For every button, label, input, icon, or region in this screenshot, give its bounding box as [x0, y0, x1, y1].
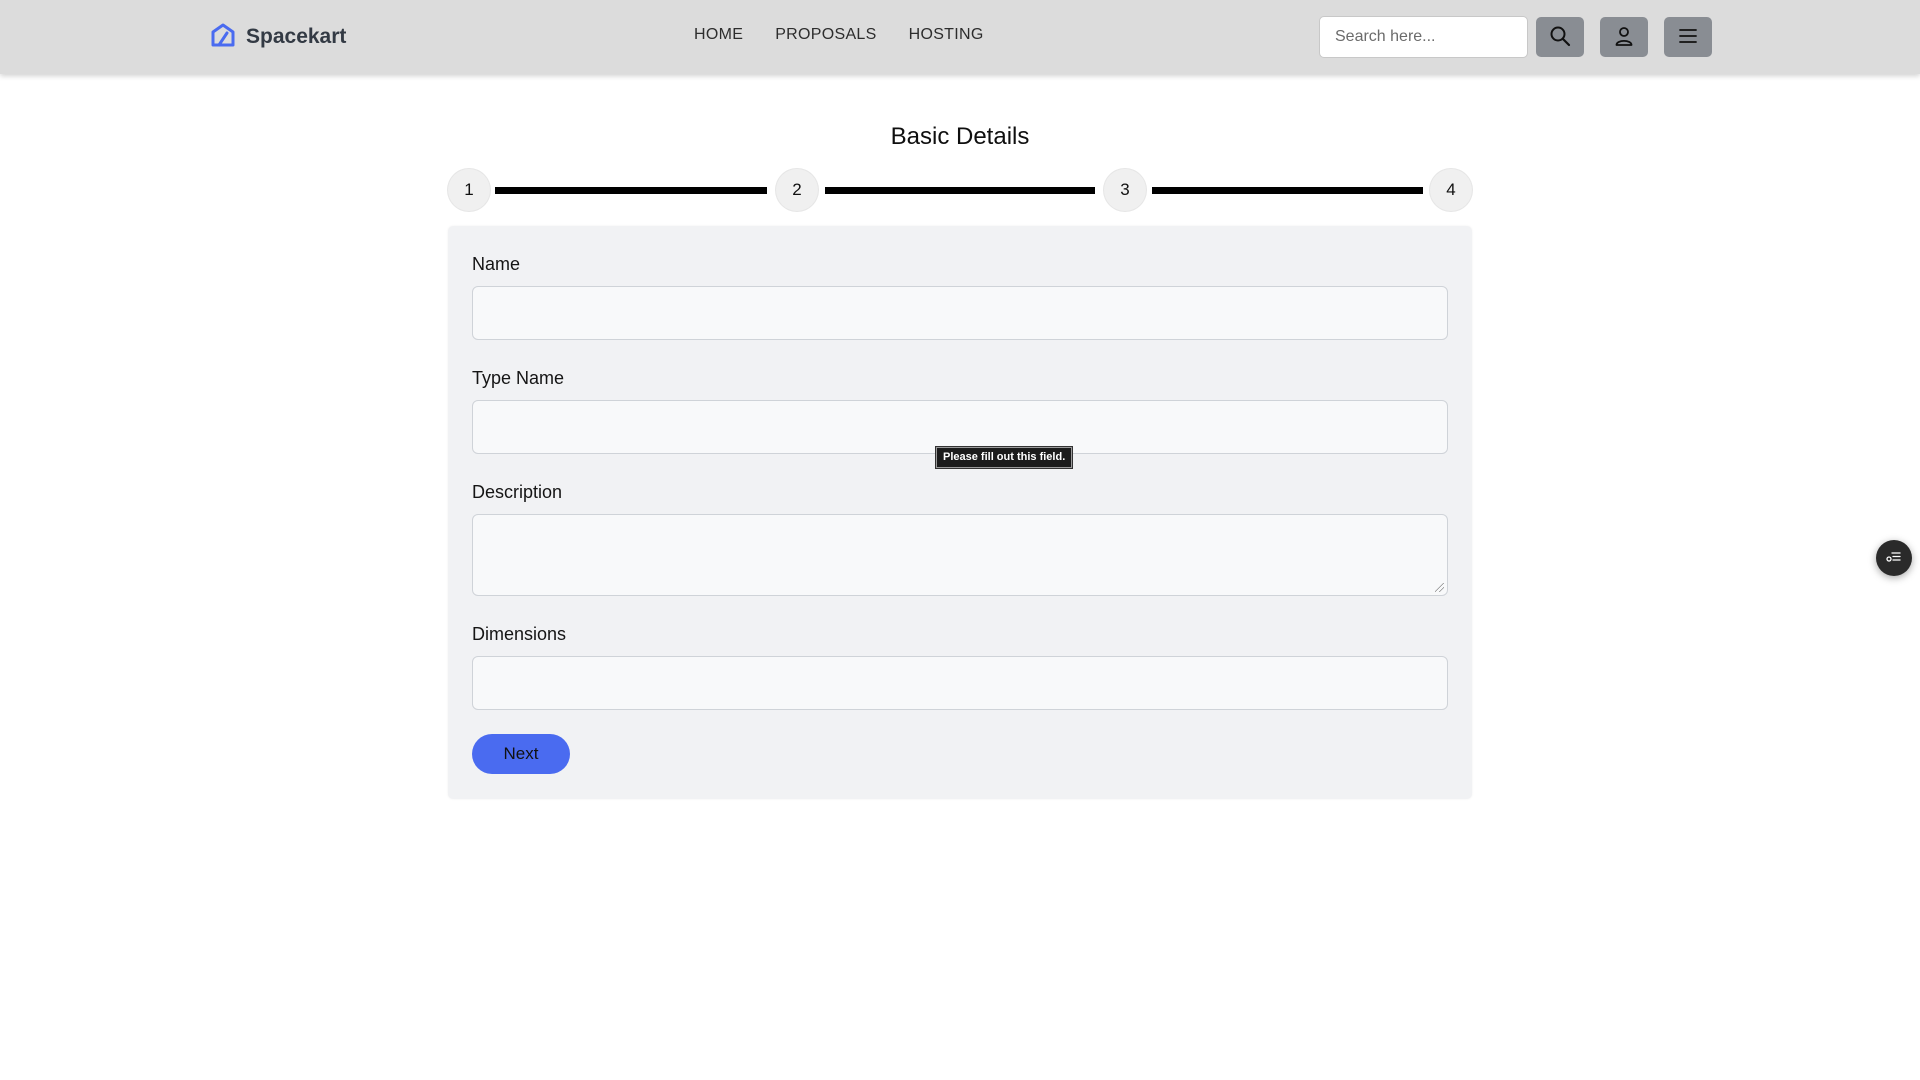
nav-link-home[interactable]: HOME	[694, 26, 743, 44]
user-icon	[1613, 25, 1635, 50]
next-button[interactable]: Next	[472, 734, 570, 774]
brand[interactable]: Spacekart	[210, 22, 346, 52]
step-connector	[495, 187, 767, 194]
resize-handle[interactable]	[1435, 583, 1444, 592]
step-3[interactable]: 3	[1104, 169, 1146, 211]
page-title: Basic Details	[890, 123, 1030, 150]
step-connector	[825, 187, 1095, 194]
description-textarea[interactable]	[472, 514, 1448, 596]
step-2[interactable]: 2	[776, 169, 818, 211]
top-navbar: Spacekart HOME PROPOSALS HOSTING	[0, 0, 1920, 74]
name-label: Name	[472, 254, 521, 274]
user-button[interactable]	[1600, 17, 1648, 57]
brand-name: Spacekart	[246, 25, 347, 48]
dimensions-label: Dimensions	[472, 624, 567, 644]
type-name-input[interactable]	[472, 400, 1448, 454]
nav-links: HOME PROPOSALS HOSTING	[694, 26, 984, 44]
basic-details-form: Name Type Name Description Dimensions Ne…	[448, 226, 1472, 799]
step-4[interactable]: 4	[1430, 169, 1472, 211]
floating-checklist-button[interactable]	[1876, 540, 1912, 576]
validation-tooltip: Please fill out this field.	[934, 446, 1074, 469]
hamburger-menu-icon	[1677, 25, 1699, 50]
menu-button[interactable]	[1664, 17, 1712, 57]
nav-link-hosting[interactable]: HOSTING	[909, 26, 984, 44]
checklist-icon	[1885, 547, 1903, 570]
progress-stepper: 1 2 3 4	[448, 169, 1472, 211]
step-connector	[1152, 187, 1423, 194]
search-icon	[1549, 25, 1571, 50]
nav-link-proposals[interactable]: PROPOSALS	[775, 26, 876, 44]
description-label: Description	[472, 482, 563, 502]
search-input[interactable]	[1319, 16, 1528, 58]
step-1[interactable]: 1	[448, 169, 490, 211]
search-button[interactable]	[1536, 17, 1584, 57]
name-input[interactable]	[472, 286, 1448, 340]
type-name-label: Type Name	[472, 368, 565, 388]
house-logo-icon	[210, 22, 236, 53]
dimensions-input[interactable]	[472, 656, 1448, 710]
